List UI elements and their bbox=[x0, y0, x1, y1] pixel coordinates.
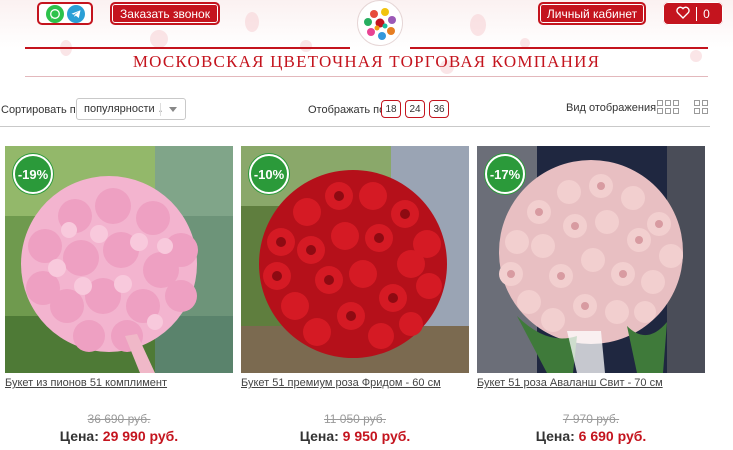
price-value: 6 690 руб. bbox=[578, 428, 647, 444]
brand-title: МОСКОВСКАЯ ЦВЕТОЧНАЯ ТОРГОВАЯ КОМПАНИЯ bbox=[132, 52, 601, 71]
divider bbox=[410, 47, 708, 49]
current-price: Цена: 29 990 руб. bbox=[5, 428, 233, 444]
page-size-24[interactable]: 24 bbox=[405, 100, 425, 118]
divider bbox=[25, 47, 350, 49]
discount-badge: -10% bbox=[249, 154, 289, 194]
sort-label: Сортировать по: bbox=[1, 104, 85, 116]
price-label: Цена: bbox=[299, 428, 339, 444]
old-price: 11 050 руб. bbox=[323, 412, 387, 426]
product-photo[interactable]: -19% bbox=[5, 146, 233, 373]
price-label: Цена: bbox=[59, 428, 99, 444]
decor-petal bbox=[245, 12, 259, 32]
company-logo[interactable] bbox=[357, 0, 403, 46]
product-photo[interactable]: -10% bbox=[241, 146, 469, 373]
discount-badge: -17% bbox=[485, 154, 525, 194]
current-price: Цена: 6 690 руб. bbox=[477, 428, 705, 444]
grid-large-icon[interactable] bbox=[694, 100, 708, 114]
personal-cabinet-button[interactable]: Личный кабинет bbox=[538, 2, 646, 25]
favorites-count: 0 bbox=[703, 6, 710, 21]
divider bbox=[25, 76, 708, 77]
decor-petal bbox=[150, 30, 168, 48]
product-title-link[interactable]: Букет 51 роза Аваланш Свит - 70 см bbox=[477, 377, 717, 389]
old-price: 7 970 руб. bbox=[562, 412, 620, 426]
decor-petal bbox=[470, 14, 486, 36]
product-title-link[interactable]: Букет 51 премиум роза Фридом - 60 см bbox=[241, 377, 481, 389]
product-title-link[interactable]: Букет из пионов 51 комплимент bbox=[5, 377, 245, 389]
page-size-36[interactable]: 36 bbox=[429, 100, 449, 118]
view-mode-label: Вид отображения: bbox=[566, 102, 660, 114]
page-size-label: Отображать по: bbox=[308, 104, 389, 116]
site-header: Заказать звонок Личный кабинет 0 МОСКОВС… bbox=[0, 0, 733, 80]
sort-value: популярности ↓ bbox=[84, 103, 164, 115]
chevron-down-icon bbox=[169, 107, 177, 112]
whatsapp-icon[interactable] bbox=[45, 4, 64, 23]
favorites-button[interactable]: 0 bbox=[663, 2, 723, 25]
divider bbox=[0, 126, 710, 127]
order-call-button[interactable]: Заказать звонок bbox=[110, 2, 220, 25]
messenger-buttons bbox=[37, 2, 93, 25]
product-photo[interactable]: -17% bbox=[477, 146, 705, 373]
sort-select[interactable]: популярности ↓ bbox=[76, 98, 186, 120]
telegram-icon[interactable] bbox=[66, 4, 85, 23]
page-size-18[interactable]: 18 bbox=[381, 100, 401, 118]
catalog-toolbar: Сортировать по: популярности ↓ Отображат… bbox=[0, 96, 733, 124]
decor-petal bbox=[300, 40, 312, 52]
grid-small-icon[interactable] bbox=[657, 100, 679, 114]
old-price: 36 690 руб. bbox=[87, 412, 151, 426]
price-value: 29 990 руб. bbox=[102, 428, 179, 444]
price-label: Цена: bbox=[535, 428, 575, 444]
heart-icon bbox=[676, 6, 690, 22]
price-value: 9 950 руб. bbox=[342, 428, 411, 444]
discount-badge: -19% bbox=[13, 154, 53, 194]
current-price: Цена: 9 950 руб. bbox=[241, 428, 469, 444]
divider bbox=[160, 103, 161, 116]
divider bbox=[696, 6, 698, 21]
